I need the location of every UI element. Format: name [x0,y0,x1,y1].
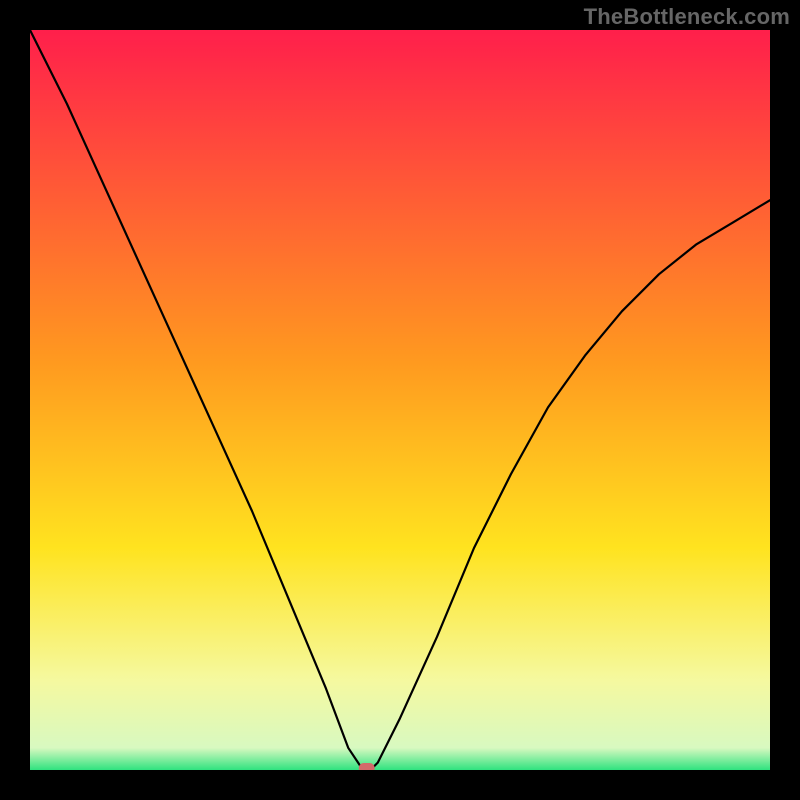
chart-svg [30,30,770,770]
plot-area [30,30,770,770]
min-marker-icon [359,763,375,770]
gradient-background [30,30,770,770]
watermark-text: TheBottleneck.com [584,4,790,30]
chart-frame: TheBottleneck.com [0,0,800,800]
